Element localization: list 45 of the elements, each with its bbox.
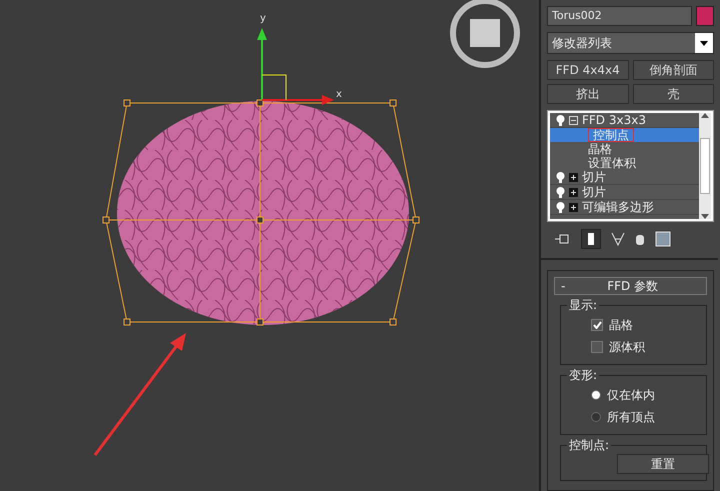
modifier-stack[interactable]: FFD 3x3x3 控制点 晶格 设置体积 切片 切片 可编辑多边形	[547, 110, 714, 222]
group-title: 控制点:	[567, 438, 612, 452]
viewcube-icon[interactable]	[450, 0, 520, 68]
color-swatch[interactable]	[696, 6, 714, 26]
stack-item[interactable]: 切片	[550, 185, 699, 200]
configure-sets-icon[interactable]	[655, 231, 671, 247]
dropdown-arrow-icon	[700, 40, 708, 46]
scrollbar-thumb[interactable]	[700, 138, 710, 194]
stack-item[interactable]: 切片	[550, 170, 699, 185]
group-title: 显示:	[567, 298, 600, 312]
sub-object-item[interactable]: 设置体积	[550, 156, 699, 170]
scroll-down-icon[interactable]	[701, 214, 709, 219]
lightbulb-icon[interactable]	[556, 172, 565, 182]
checkbox-option[interactable]: 晶格	[567, 314, 700, 336]
lightbulb-icon[interactable]	[556, 202, 565, 212]
axis-label: x	[336, 90, 342, 100]
axis-label: y	[260, 14, 266, 24]
scroll-up-icon[interactable]	[701, 113, 709, 118]
modifier-button[interactable]: 壳	[632, 84, 714, 104]
make-unique-icon[interactable]	[611, 232, 625, 246]
sub-object-item[interactable]: 晶格	[550, 142, 699, 156]
expand-icon[interactable]	[569, 202, 578, 212]
radio-option[interactable]: 仅在体内	[567, 384, 700, 406]
group-title: 变形:	[567, 368, 600, 382]
pin-icon[interactable]	[555, 233, 571, 245]
expand-icon[interactable]	[569, 172, 578, 182]
lightbulb-icon[interactable]	[556, 114, 565, 126]
show-end-result-icon[interactable]	[581, 229, 601, 249]
sub-object-item[interactable]: 控制点	[550, 128, 699, 142]
modifier-button[interactable]: 倒角剖面	[632, 60, 714, 80]
radio-option[interactable]: 所有顶点	[567, 406, 700, 428]
lightbulb-icon[interactable]	[556, 186, 565, 198]
expand-icon[interactable]	[569, 188, 578, 196]
modifier-button[interactable]: FFD 4x4x4	[547, 60, 628, 80]
rollout-header[interactable]: - FFD 参数	[554, 277, 707, 295]
collapse-icon[interactable]	[569, 116, 578, 124]
transform-gizmo[interactable]	[257, 28, 334, 105]
reset-button[interactable]: 重置	[617, 454, 709, 474]
remove-modifier-icon[interactable]	[635, 232, 645, 246]
checkbox-option[interactable]: 源体积	[567, 336, 700, 358]
object-name-field[interactable]: Torus002	[547, 6, 692, 26]
modifier-button[interactable]: 挤出	[547, 84, 628, 104]
checkmark-icon	[592, 321, 602, 329]
modifier-list-dropdown[interactable]: 修改器列表	[547, 32, 714, 54]
stack-item[interactable]: 可编辑多边形	[550, 200, 699, 215]
